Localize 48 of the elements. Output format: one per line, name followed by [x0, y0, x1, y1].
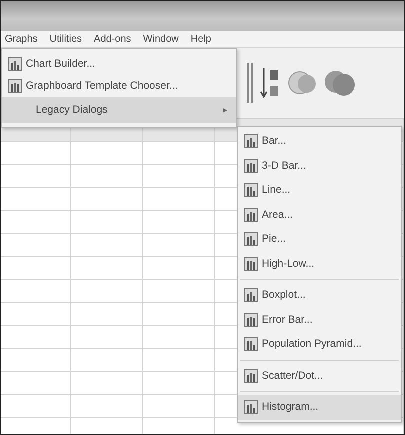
menu-item-label: Population Pyramid...: [262, 338, 362, 350]
menu-item-label: High-Low...: [262, 258, 315, 270]
chart-icon: [244, 337, 258, 352]
menu-item[interactable]: Pie...: [238, 227, 401, 252]
menu-item-label: Error Bar...: [262, 314, 313, 326]
menu-item[interactable]: Bar...: [238, 129, 401, 154]
menu-title[interactable]: Add-ons: [94, 34, 132, 44]
grip-icon[interactable]: [246, 63, 254, 103]
menu-item-label: Pie...: [262, 233, 286, 246]
menu-item[interactable]: Scatter/Dot...: [238, 364, 401, 388]
chart-icon: [244, 256, 258, 271]
menu-item[interactable]: Error Bar...: [238, 308, 401, 332]
chart-icon: [8, 57, 22, 71]
menu-item-label: Bar...: [262, 135, 287, 148]
chart-icon: [244, 400, 258, 414]
chart-icon: [244, 183, 258, 198]
chart-icon: [244, 288, 258, 302]
menu-item[interactable]: Area...: [238, 202, 401, 227]
chart-icon: [244, 368, 258, 383]
menu-title[interactable]: Graphs: [5, 34, 38, 44]
menu-item[interactable]: Histogram...: [238, 395, 401, 420]
submenu-arrow: ▸: [223, 105, 228, 115]
chart-icon: [8, 79, 22, 93]
menu-item[interactable]: 3-D Bar...: [238, 154, 401, 178]
menu-item-label: Graphboard Template Chooser...: [26, 80, 178, 92]
chart-icon: [244, 158, 258, 173]
chart-icon: [244, 232, 258, 246]
menu-item-label: Legacy Dialogs: [36, 104, 108, 116]
menu-item[interactable]: Graphboard Template Chooser...: [2, 75, 236, 97]
menu-item[interactable]: Legacy Dialogs ▸: [2, 97, 236, 123]
menu-item[interactable]: Boxplot...: [238, 283, 401, 308]
menu-item-label: Chart Builder...: [26, 58, 96, 70]
menu-title[interactable]: Utilities: [50, 34, 82, 44]
menu-item-label: Area...: [262, 208, 293, 221]
menu-item-label: 3-D Bar...: [262, 160, 306, 172]
menu-item-label: Histogram...: [262, 401, 319, 414]
menu-item-label: Scatter/Dot...: [262, 370, 324, 382]
chart-icon: [244, 312, 258, 327]
menu-item[interactable]: High-Low...: [238, 252, 401, 276]
menu-item-label: Line...: [262, 184, 291, 196]
menu-item[interactable]: Chart Builder...: [2, 53, 236, 75]
menu-item[interactable]: Population Pyramid...: [238, 332, 401, 356]
chart-icon: [244, 134, 258, 148]
menu-title[interactable]: Window: [143, 34, 179, 44]
menu-item-label: Boxplot...: [262, 289, 306, 302]
menu-item[interactable]: Line...: [238, 178, 401, 202]
menu-title[interactable]: Help: [190, 34, 212, 44]
chart-icon: [244, 208, 258, 222]
